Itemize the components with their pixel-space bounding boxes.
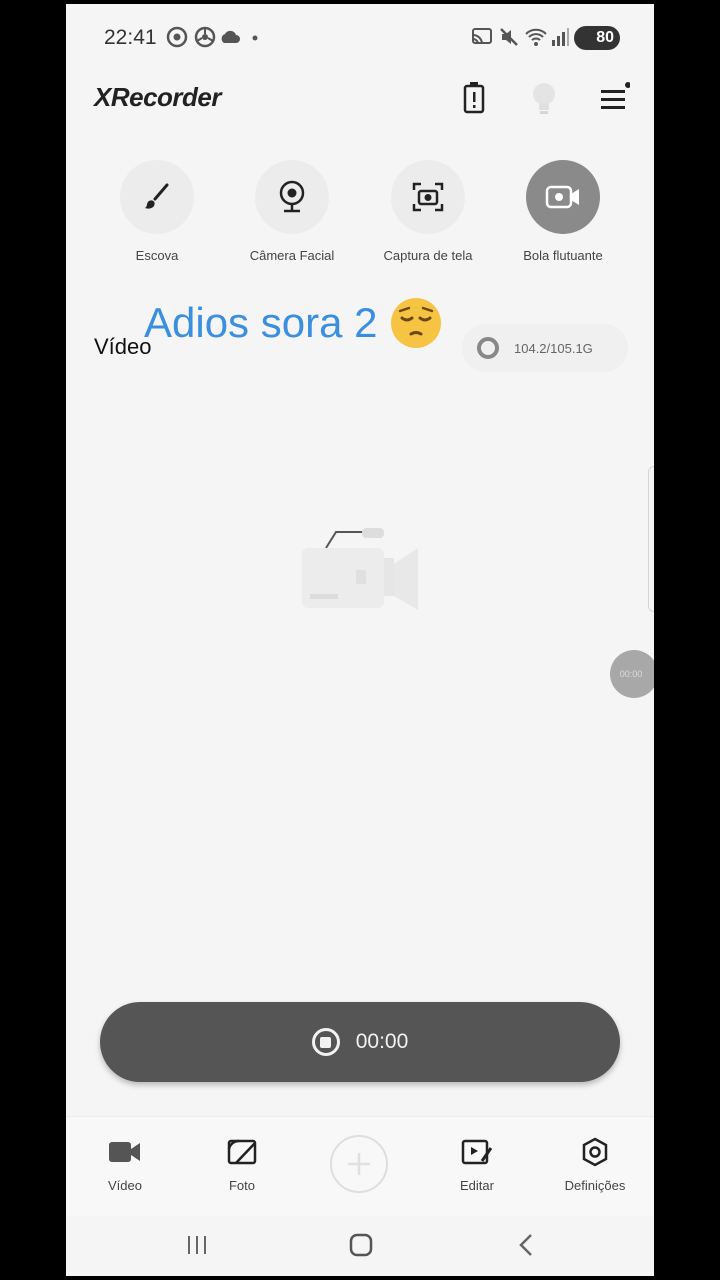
cast-icon [472, 28, 492, 45]
home-icon[interactable] [348, 1232, 374, 1258]
tool-label: Escova [135, 248, 179, 263]
nav-settings[interactable]: Definições [545, 1137, 645, 1193]
nav-label: Editar [460, 1178, 494, 1193]
add-icon [348, 1153, 370, 1175]
photo-icon [227, 1139, 257, 1165]
storage-indicator[interactable]: 104.2/105.1G [462, 324, 628, 372]
cloud-icon [221, 30, 240, 43]
nav-video[interactable]: Vídeo [75, 1137, 175, 1193]
caption-text: Adios sora 2 [144, 299, 378, 346]
menu-icon[interactable] [598, 82, 630, 114]
float-ball-time: 00:00 [619, 669, 643, 679]
side-panel-handle[interactable] [648, 466, 654, 612]
brush-icon [145, 183, 169, 209]
battery-level: 80 [596, 29, 614, 46]
tool-label: Câmera Facial [249, 248, 335, 263]
system-nav-bar [66, 1216, 654, 1276]
storage-text: 104.2/105.1G [514, 340, 593, 356]
record-bar[interactable]: 00:00 [100, 1002, 620, 1082]
webcam-icon [279, 180, 305, 213]
nav-edit[interactable]: Editar [427, 1137, 527, 1193]
wifi-icon [525, 28, 547, 46]
tool-brush[interactable]: Escova [87, 160, 227, 263]
overlay-caption: Adios sora 2 [144, 296, 443, 350]
nav-label: Foto [228, 1178, 255, 1193]
face-camera-button[interactable] [255, 160, 329, 234]
status-bar: 22:41 80 [66, 4, 654, 74]
floating-ball-button[interactable] [526, 160, 600, 234]
lightbulb-icon[interactable] [530, 82, 558, 116]
nav-add-button[interactable] [330, 1135, 388, 1193]
settings-icon [582, 1137, 608, 1167]
app-screen: 22:41 80 XRecorder Escova Câmera Facial … [66, 4, 654, 1276]
chrome-icon [194, 26, 216, 48]
tool-screenshot[interactable]: Captura de tela [358, 160, 498, 263]
pensive-face-icon [391, 298, 442, 348]
floating-record-ball[interactable]: 00:00 [610, 650, 654, 698]
app-logo: XRecorder [94, 82, 222, 112]
bottom-nav: Vídeo Foto Editar Definições [66, 1116, 654, 1216]
floating-video-icon [545, 185, 579, 209]
screenshot-button[interactable] [391, 160, 465, 234]
battery-alert-icon[interactable] [462, 82, 486, 114]
storage-ring-icon [477, 337, 499, 359]
tool-label: Bola flutuante [523, 248, 603, 263]
tool-face-camera[interactable]: Câmera Facial [222, 160, 362, 263]
brush-button[interactable] [120, 160, 194, 234]
recent-apps-icon[interactable] [184, 1232, 210, 1258]
screenshot-camera-icon [412, 182, 444, 212]
section-title: Vídeo [94, 334, 152, 359]
tool-floating-ball[interactable]: Bola flutuante [493, 160, 633, 263]
nav-label: Vídeo [108, 1178, 142, 1193]
nav-label: Definições [564, 1178, 626, 1193]
signal-icon [552, 28, 569, 46]
record-time: 00:00 [355, 1030, 409, 1053]
settings-gear-icon [166, 26, 188, 48]
status-time: 22:41 [104, 26, 157, 49]
dot-icon [252, 35, 258, 41]
battery-indicator: 80 [574, 26, 620, 50]
stop-icon[interactable] [311, 1028, 340, 1056]
video-camera-icon [109, 1142, 140, 1162]
tool-label: Captura de tela [383, 248, 473, 263]
edit-video-icon [461, 1139, 493, 1165]
mute-icon [500, 28, 518, 46]
back-icon[interactable] [514, 1232, 540, 1258]
nav-photo[interactable]: Foto [192, 1137, 292, 1193]
empty-video-camera-icon [302, 528, 418, 610]
